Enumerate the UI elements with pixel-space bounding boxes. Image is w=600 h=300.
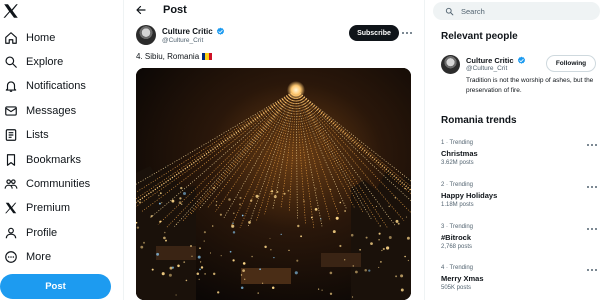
search-icon (2, 53, 20, 71)
christmas-lights-photo (136, 68, 411, 300)
trend-meta: 3 · Trending (441, 224, 474, 230)
nav-explore-label: Explore (26, 56, 64, 68)
trend-item[interactable]: 4 · Trending Merry Xmas 505K posts (441, 265, 599, 300)
relevant-name-row[interactable]: Culture Critic (466, 56, 526, 65)
post-button[interactable]: Post (0, 274, 111, 299)
trend-post-count: 1.18M posts (441, 202, 474, 208)
nav-messages-label: Messages (26, 105, 77, 117)
author-handle[interactable]: @Culture_Crit (162, 37, 203, 44)
trend-meta: 4 · Trending (441, 265, 474, 271)
tweet-image[interactable] (136, 68, 411, 300)
nav-communities-label: Communities (26, 178, 91, 190)
back-arrow-icon[interactable] (135, 4, 147, 16)
person-icon (2, 224, 20, 242)
envelope-icon (2, 102, 20, 120)
trend-item[interactable]: 1 · Trending Christmas 3.62M posts (441, 140, 599, 178)
nav-more[interactable]: More (0, 246, 118, 268)
nav-explore[interactable]: Explore (0, 51, 118, 73)
page-title: Post (163, 4, 187, 16)
main-column: Post Culture Critic @Culture_Crit Subscr… (123, 0, 425, 300)
search-placeholder: Search (461, 6, 485, 16)
right-sidebar: Search Relevant people Culture Critic @C… (433, 0, 600, 300)
trend-more-icon[interactable] (585, 224, 599, 234)
more-circle-icon (2, 248, 20, 266)
search-icon (445, 7, 454, 15)
nav-notifications-label: Notifications (26, 80, 86, 92)
author-name-row[interactable]: Culture Critic (162, 27, 225, 36)
relevant-avatar[interactable] (441, 55, 460, 74)
nav-premium-label: Premium (26, 202, 71, 214)
trend-item[interactable]: 2 · Trending Happy Holidays 1.18M posts (441, 182, 599, 220)
nav-profile[interactable]: Profile (0, 222, 118, 244)
more-options-icon[interactable] (400, 28, 414, 38)
author-avatar[interactable] (136, 25, 156, 45)
nav-home-label: Home (26, 32, 56, 44)
tweet-text: 4. Sibiu, Romania (136, 52, 213, 61)
nav-premium[interactable]: Premium (0, 197, 118, 219)
trend-more-icon[interactable] (585, 265, 599, 275)
nav-lists[interactable]: Lists (0, 124, 118, 146)
trend-meta: 2 · Trending (441, 182, 474, 188)
nav-messages[interactable]: Messages (0, 100, 118, 122)
relevant-name: Culture Critic (466, 56, 514, 65)
trend-more-icon[interactable] (585, 182, 599, 192)
nav-profile-label: Profile (26, 227, 58, 239)
trend-name: #Bitrock (441, 233, 472, 242)
nav-bookmarks-label: Bookmarks (26, 154, 82, 166)
home-icon (2, 29, 20, 47)
nav-lists-label: Lists (26, 129, 49, 141)
relevant-bio: Tradition is not the worship of ashes, b… (466, 77, 594, 94)
bell-icon (2, 77, 20, 95)
nav-communities[interactable]: Communities (0, 173, 118, 195)
left-navigation: Home Explore Notifications Messages List… (0, 0, 120, 300)
trend-name: Christmas (441, 149, 478, 158)
subscribe-button[interactable]: Subscribe (349, 25, 399, 41)
trend-name: Merry Xmas (441, 274, 484, 283)
trend-post-count: 505K posts (441, 285, 472, 291)
trend-more-icon[interactable] (585, 140, 599, 150)
author-name: Culture Critic (162, 27, 213, 36)
people-icon (2, 175, 20, 193)
verified-badge-icon (517, 56, 525, 64)
list-icon (2, 126, 20, 144)
nav-bookmarks[interactable]: Bookmarks (0, 149, 118, 171)
x-logo-icon[interactable] (2, 2, 20, 20)
verified-badge-icon (216, 27, 224, 35)
relevant-people-title: Relevant people (441, 31, 518, 42)
nav-home[interactable]: Home (0, 27, 118, 49)
following-button[interactable]: Following (546, 55, 596, 72)
trends-title: Romania trends (441, 115, 517, 126)
trend-name: Happy Holidays (441, 191, 498, 200)
bookmark-icon (2, 151, 20, 169)
nav-notifications[interactable]: Notifications (0, 75, 118, 97)
romania-flag-icon (202, 53, 213, 60)
relevant-handle[interactable]: @Culture_Crit (466, 65, 507, 72)
tweet-text-content: 4. Sibiu, Romania (136, 52, 200, 61)
trend-post-count: 3.62M posts (441, 160, 474, 166)
x-logo-icon (2, 199, 20, 217)
nav-more-label: More (26, 251, 52, 263)
trend-item[interactable]: 3 · Trending #Bitrock 2,768 posts (441, 224, 599, 262)
trend-meta: 1 · Trending (441, 140, 474, 146)
trend-post-count: 2,768 posts (441, 244, 473, 250)
search-input[interactable]: Search (433, 2, 600, 20)
